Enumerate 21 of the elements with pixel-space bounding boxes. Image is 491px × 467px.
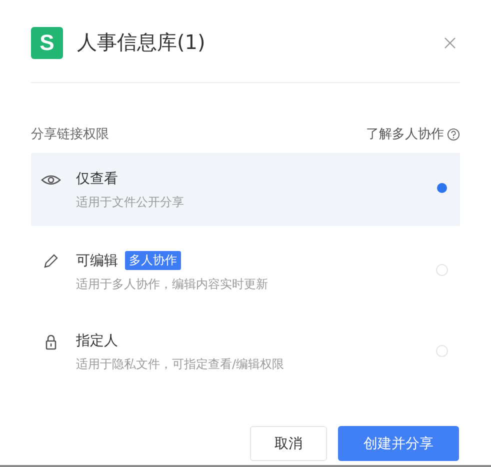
dialog-title: 人事信息库(1) [77,29,206,56]
help-link[interactable]: 了解多人协作 [366,125,444,143]
option-title: 指定人 [76,332,118,350]
radio-button[interactable] [437,183,447,193]
close-icon[interactable] [444,36,456,48]
permission-option[interactable]: 可编辑 多人协作 适用于多人协作，编辑内容实时更新 [31,234,460,307]
radio-button[interactable] [436,264,448,276]
permission-option[interactable]: 指定人 适用于隐私文件，可指定查看/编辑权限 [31,315,460,388]
create-share-button[interactable]: 创建并分享 [338,426,459,461]
collab-badge: 多人协作 [125,251,181,270]
option-title: 可编辑 [76,252,118,270]
app-logo: S [31,26,63,58]
radio-button[interactable] [436,345,448,357]
section-label: 分享链接权限 [31,126,109,143]
cancel-button[interactable]: 取消 [250,426,327,461]
option-title: 仅查看 [76,170,118,188]
option-description: 适用于多人协作，编辑内容实时更新 [76,276,269,293]
option-description: 适用于文件公开分享 [76,194,185,211]
permission-option[interactable]: 仅查看 适用于文件公开分享 [31,153,460,226]
option-description: 适用于隐私文件，可指定查看/编辑权限 [76,356,286,373]
help-icon[interactable] [447,128,460,140]
